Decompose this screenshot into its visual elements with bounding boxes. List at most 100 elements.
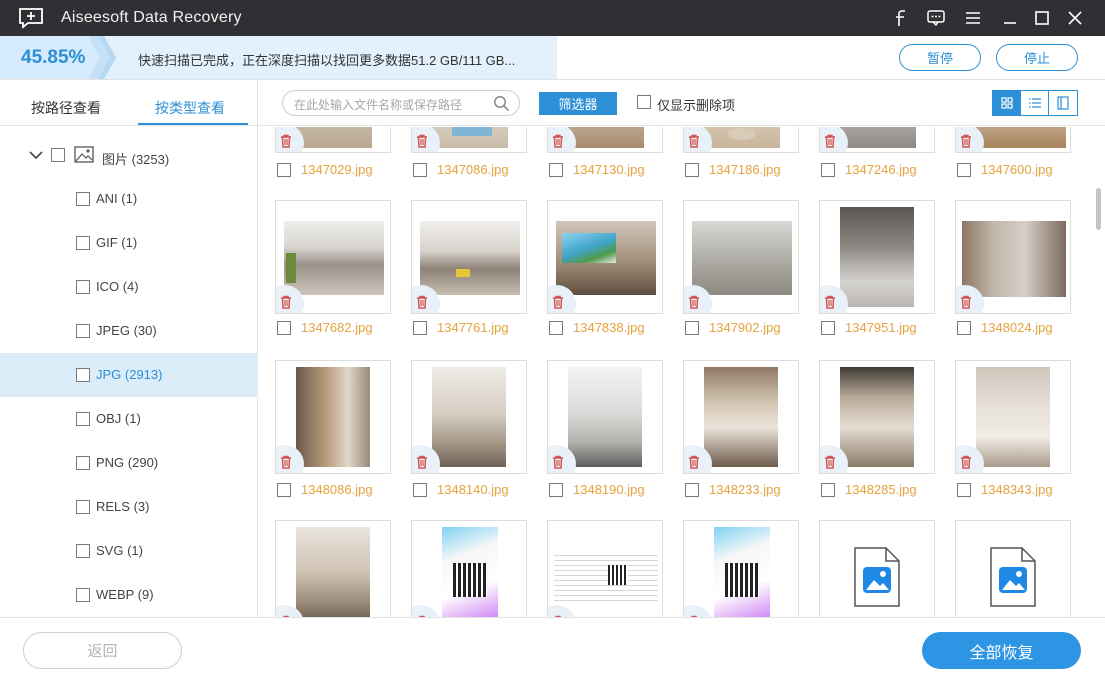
file-checkbox[interactable] — [413, 483, 427, 497]
file-name: 1347902.jpg — [709, 320, 781, 335]
recover-all-button[interactable]: 全部恢复 — [922, 632, 1081, 669]
app-window: Aiseesoft Data Recovery 45.85% 快速扫描已完成，正… — [0, 0, 1105, 696]
list-view-icon[interactable] — [1021, 91, 1049, 115]
file-checkbox[interactable] — [957, 163, 971, 177]
filter-button[interactable]: 筛选器 — [539, 92, 617, 115]
file-thumbnail[interactable] — [275, 520, 391, 617]
tree-root-label: 图片 (3253) — [102, 152, 170, 167]
tree-item-checkbox[interactable] — [76, 544, 90, 558]
file-thumbnail[interactable] — [411, 200, 527, 314]
file-thumbnail[interactable] — [955, 127, 1071, 153]
search-input[interactable]: 在此处输入文件名称或保存路径 — [282, 90, 520, 116]
deleted-marker — [820, 127, 848, 152]
file-thumbnail[interactable] — [955, 200, 1071, 314]
file-checkbox[interactable] — [685, 321, 699, 335]
menu-icon[interactable] — [961, 6, 985, 30]
tree-root-images[interactable]: 图片 (3253) — [0, 136, 258, 176]
file-checkbox[interactable] — [549, 321, 563, 335]
file-checkbox[interactable] — [821, 321, 835, 335]
view-mode-switch — [992, 90, 1078, 116]
tree-item-jpeg[interactable]: JPEG (30) — [0, 309, 258, 353]
file-checkbox[interactable] — [549, 483, 563, 497]
facebook-icon[interactable] — [888, 6, 912, 30]
file-thumbnail[interactable] — [411, 360, 527, 474]
tree-item-checkbox[interactable] — [76, 236, 90, 250]
grid-scrollbar[interactable] — [1096, 188, 1101, 230]
tree-item-gif[interactable]: GIF (1) — [0, 221, 258, 265]
chevron-down-icon[interactable] — [29, 150, 43, 160]
minimize-icon[interactable] — [998, 6, 1022, 30]
file-thumbnail[interactable] — [819, 127, 935, 153]
file-thumbnail[interactable] — [683, 127, 799, 153]
only-deleted-checkbox[interactable] — [637, 95, 651, 109]
tab-type-view[interactable]: 按类型查看 — [155, 98, 225, 118]
tree-item-checkbox[interactable] — [76, 368, 90, 382]
tree-item-svg[interactable]: SVG (1) — [0, 529, 258, 573]
trash-icon — [417, 295, 427, 309]
file-thumbnail[interactable] — [275, 127, 391, 153]
file-checkbox[interactable] — [277, 321, 291, 335]
tree-item-webp[interactable]: WEBP (9) — [0, 573, 258, 617]
file-checkbox[interactable] — [821, 163, 835, 177]
file-thumbnail[interactable] — [819, 200, 935, 314]
trash-icon — [825, 295, 835, 309]
file-checkbox[interactable] — [821, 483, 835, 497]
file-checkbox[interactable] — [957, 321, 971, 335]
grid-view-icon[interactable] — [993, 91, 1021, 115]
file-checkbox[interactable] — [413, 321, 427, 335]
stop-button[interactable]: 停止 — [996, 44, 1078, 71]
pause-button[interactable]: 暂停 — [899, 44, 981, 71]
tree-item-png[interactable]: PNG (290) — [0, 441, 258, 485]
tree-item-checkbox[interactable] — [76, 456, 90, 470]
progress-chevron-icon — [88, 36, 116, 79]
tree-item-checkbox[interactable] — [76, 588, 90, 602]
tree-item-checkbox[interactable] — [76, 192, 90, 206]
file-thumbnail[interactable] — [411, 520, 527, 617]
back-button[interactable]: 返回 — [23, 632, 182, 669]
file-thumbnail[interactable] — [547, 520, 663, 617]
file-checkbox[interactable] — [685, 483, 699, 497]
file-checkbox[interactable] — [413, 163, 427, 177]
scan-progress-bar: 45.85% 快速扫描已完成，正在深度扫描以找回更多数据51.2 GB/111 … — [0, 36, 1105, 80]
tree-item-rels[interactable]: RELS (3) — [0, 485, 258, 529]
feedback-icon[interactable] — [924, 6, 948, 30]
tree-root-checkbox[interactable] — [51, 148, 65, 162]
file-thumbnail[interactable] — [819, 520, 935, 617]
tree-item-ani[interactable]: ANI (1) — [0, 177, 258, 221]
tree-item-jpg[interactable]: JPG (2913) — [0, 353, 258, 397]
file-thumbnail[interactable] — [955, 360, 1071, 474]
file-thumbnail[interactable] — [819, 360, 935, 474]
file-thumbnail[interactable] — [411, 127, 527, 153]
maximize-icon[interactable] — [1030, 6, 1054, 30]
file-name: 1347130.jpg — [573, 162, 645, 177]
tree-item-checkbox[interactable] — [76, 280, 90, 294]
file-thumbnail[interactable] — [683, 200, 799, 314]
file-thumbnail[interactable] — [275, 360, 391, 474]
tree-item-label: ICO (4) — [96, 279, 139, 294]
search-icon[interactable] — [493, 95, 510, 112]
close-icon[interactable] — [1063, 6, 1087, 30]
tree-item-ico[interactable]: ICO (4) — [0, 265, 258, 309]
file-thumbnail[interactable] — [683, 360, 799, 474]
file-checkbox[interactable] — [685, 163, 699, 177]
file-checkbox[interactable] — [549, 163, 563, 177]
file-thumbnail[interactable] — [547, 200, 663, 314]
detail-view-icon[interactable] — [1049, 91, 1077, 115]
file-thumbnail[interactable] — [547, 127, 663, 153]
file-name: 1347246.jpg — [845, 162, 917, 177]
file-thumbnail[interactable] — [547, 360, 663, 474]
file-name: 1348285.jpg — [845, 482, 917, 497]
file-checkbox[interactable] — [957, 483, 971, 497]
trash-icon — [961, 455, 971, 469]
tree-item-checkbox[interactable] — [76, 500, 90, 514]
file-thumbnail[interactable] — [955, 520, 1071, 617]
tab-path-view[interactable]: 按路径查看 — [31, 98, 101, 118]
file-thumbnail[interactable] — [275, 200, 391, 314]
tree-item-label: ANI (1) — [96, 191, 138, 206]
tree-item-checkbox[interactable] — [76, 412, 90, 426]
file-checkbox[interactable] — [277, 163, 291, 177]
file-checkbox[interactable] — [277, 483, 291, 497]
file-thumbnail[interactable] — [683, 520, 799, 617]
tree-item-checkbox[interactable] — [76, 324, 90, 338]
tree-item-obj[interactable]: OBJ (1) — [0, 397, 258, 441]
